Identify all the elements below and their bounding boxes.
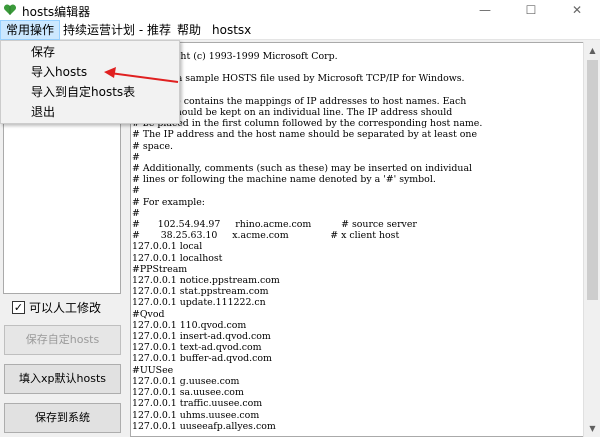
editor-line: 127.0.0.1 uuseeafp.allyes.com xyxy=(132,420,276,432)
minimize-button[interactable]: — xyxy=(462,0,508,20)
menu-bar: 常用操作 持续运营计划 - 推荐 帮助 hostsx xyxy=(0,20,600,40)
editor-line: # be placed in the first column followed… xyxy=(132,118,483,130)
menu-help[interactable]: 帮助 xyxy=(172,20,206,40)
editor-line: # 102.54.94.97 rhino.acme.com # source s… xyxy=(132,219,417,231)
editor-line: 127.0.0.1 update.111222.cn xyxy=(132,297,266,309)
editor-line: 127.0.0.1 g.uusee.com xyxy=(132,375,240,387)
editor-line: # For example: xyxy=(132,196,205,208)
editor-line: # space. xyxy=(132,140,174,152)
editor-line: # Additionally, comments (such as these)… xyxy=(132,163,473,175)
editor-line: 127.0.0.1 110.qvod.com xyxy=(132,319,247,331)
editor-line: # The IP address and the host name shoul… xyxy=(132,129,477,141)
menu-hostsx[interactable]: hostsx xyxy=(207,20,256,40)
editor-line: 127.0.0.1 insert-ad.qvod.com xyxy=(132,331,271,343)
heart-app-icon xyxy=(3,4,17,15)
editor-scrollbar[interactable]: ▲ ▼ xyxy=(583,42,600,437)
editor-line: # xyxy=(132,62,582,73)
editor-line: 127.0.0.1 text-ad.qvod.com xyxy=(132,342,262,354)
menu-operation-plan[interactable]: 持续运营计划 - 推荐 xyxy=(58,20,176,40)
dropdown-item-import-hosts[interactable]: 导入hosts xyxy=(31,62,87,82)
common-operations-dropdown: 保存 导入hosts 导入到自定hosts表 退出 xyxy=(0,40,180,124)
editor-line: # This file contains the mappings of IP … xyxy=(132,95,467,107)
hosts-editor[interactable]: # Copyright (c) 1993-1999 Microsoft Corp… xyxy=(130,42,600,437)
menu-common-operations[interactable]: 常用操作 xyxy=(0,20,61,40)
fill-xp-default-hosts-button[interactable]: 填入xp默认hosts xyxy=(4,364,121,394)
scroll-down-icon[interactable]: ▼ xyxy=(584,420,600,437)
editor-line: # This is a sample HOSTS file used by Mi… xyxy=(132,73,465,85)
editor-line: # entry should be kept on an individual … xyxy=(132,107,453,119)
manual-edit-label: 可以人工修改 xyxy=(29,301,102,315)
editor-line: # 38.25.63.10 x.acme.com # x client host xyxy=(132,230,400,242)
editor-line: 127.0.0.1 notice.ppstream.com xyxy=(132,275,280,287)
editor-line: # Copyright (c) 1993-1999 Microsoft Corp… xyxy=(132,51,338,62)
editor-line: 127.0.0.1 traffic.uusee.com xyxy=(132,398,263,410)
editor-line: 127.0.0.1 sa.uusee.com xyxy=(132,387,244,399)
dropdown-item-import-custom[interactable]: 导入到自定hosts表 xyxy=(31,82,135,102)
hosts-text[interactable]: # Copyright (c) 1993-1999 Microsoft Corp… xyxy=(132,51,582,432)
window-title: hosts编辑器 xyxy=(22,5,91,19)
editor-line: # xyxy=(132,85,582,96)
editor-line: #Qvod xyxy=(132,308,165,320)
editor-line: 127.0.0.1 buffer-ad.qvod.com xyxy=(132,353,272,365)
dropdown-item-save[interactable]: 保存 xyxy=(31,42,55,62)
editor-line: 127.0.0.1 uhms.uusee.com xyxy=(132,409,260,421)
editor-line: # lines or following the machine name de… xyxy=(132,174,436,186)
close-button[interactable]: ✕ xyxy=(554,0,600,20)
editor-line: #PPStream xyxy=(132,263,188,275)
editor-line: # xyxy=(132,151,140,163)
scroll-up-icon[interactable]: ▲ xyxy=(584,42,600,59)
editor-line: 127.0.0.1 local xyxy=(132,241,203,253)
save-to-system-button[interactable]: 保存到系统 xyxy=(4,403,121,433)
manual-edit-checkbox[interactable]: ✓ xyxy=(12,301,25,314)
editor-line: 127.0.0.1 stat.ppstream.com xyxy=(132,286,269,298)
editor-line: # xyxy=(132,207,140,219)
title-bar: hosts编辑器 — ☐ ✕ xyxy=(0,0,600,20)
save-custom-hosts-button[interactable]: 保存自定hosts xyxy=(4,325,121,355)
editor-line: #UUSee xyxy=(132,364,174,376)
dropdown-item-exit[interactable]: 退出 xyxy=(31,102,55,122)
maximize-button[interactable]: ☐ xyxy=(508,0,554,20)
scroll-thumb[interactable] xyxy=(587,60,598,300)
editor-line: # xyxy=(132,185,140,197)
editor-line: 127.0.0.1 localhost xyxy=(132,252,223,264)
